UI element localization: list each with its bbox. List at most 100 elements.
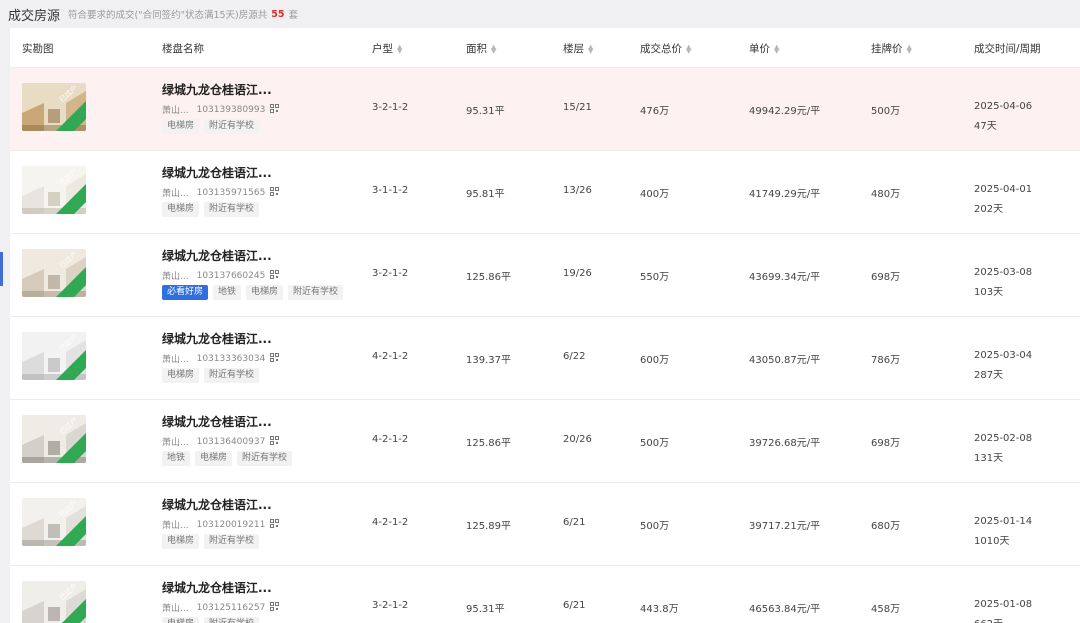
listing-name-link[interactable]: 绿城九龙仓桂语江...	[162, 81, 272, 98]
sort-arrows-icon[interactable]: ▲ ▼	[491, 43, 496, 54]
sort-arrows-icon[interactable]: ▲ ▼	[774, 43, 779, 54]
table-row[interactable]: 已过户 绿城九龙仓桂语江... 萧山... 103139380993 电梯房 附近有学校 3…	[10, 67, 1080, 150]
listing-tag: 附近有学校	[204, 617, 260, 623]
listing-district: 萧山...	[162, 438, 189, 448]
cell-total-price: 500万	[640, 521, 670, 532]
cell-unit-price: 39717.21元/平	[749, 521, 821, 532]
column-label: 成交总价	[640, 43, 682, 55]
cell-total-price: 476万	[640, 106, 670, 117]
header-unit-price[interactable]: 单价 ▲ ▼	[749, 41, 779, 56]
listing-meta: 萧山... 103133363034	[162, 352, 280, 365]
cell-total-price: 443.8万	[640, 604, 679, 615]
header-layout[interactable]: 户型 ▲ ▼	[372, 41, 402, 56]
listing-tag: 电梯房	[195, 451, 233, 466]
left-edge-accent	[0, 252, 3, 286]
listing-tag: 电梯房	[162, 202, 200, 217]
listing-meta: 萧山... 103135971565	[162, 186, 280, 199]
qr-code-icon[interactable]	[265, 601, 280, 614]
column-label: 实勘图	[22, 43, 54, 55]
qr-code-icon[interactable]	[265, 186, 280, 199]
cell-floor: 6/21	[563, 600, 586, 611]
listing-photo[interactable]: 已过户	[22, 249, 86, 297]
listing-name-link[interactable]: 绿城九龙仓桂语江...	[162, 413, 272, 430]
cell-deal-period: 662天	[974, 615, 1003, 623]
cell-list-price: 680万	[871, 521, 901, 532]
qr-code-icon[interactable]	[265, 269, 280, 282]
cell-list-price: 698万	[871, 438, 901, 449]
listing-id: 103133363034	[196, 353, 266, 364]
cell-floor: 15/21	[563, 102, 592, 113]
listing-photo[interactable]: 已过户	[22, 83, 86, 131]
listing-id: 103120019211	[196, 519, 266, 530]
sort-arrows-icon[interactable]: ▲ ▼	[397, 43, 402, 54]
table-row[interactable]: 已过户 绿城九龙仓桂语江... 萧山... 103135971565 电梯房 附近有学校 3…	[10, 150, 1080, 233]
sort-arrows-icon[interactable]: ▲ ▼	[686, 43, 691, 54]
cell-deal-period: 131天	[974, 453, 1004, 464]
listing-district: 萧山...	[162, 355, 189, 365]
cell-floor: 20/26	[563, 434, 592, 445]
qr-code-icon[interactable]	[265, 103, 280, 116]
listing-tags: 电梯房附近有学校	[162, 534, 264, 549]
listing-photo[interactable]: 已过户	[22, 581, 86, 623]
cell-layout: 4-2-1-2	[372, 351, 409, 362]
cell-area: 95.31平	[466, 106, 505, 117]
listing-name-link[interactable]: 绿城九龙仓桂语江...	[162, 247, 272, 264]
column-label: 楼盘名称	[162, 43, 204, 55]
header-floor[interactable]: 楼层 ▲ ▼	[563, 41, 593, 56]
listing-id: 103137660245	[196, 270, 266, 281]
table-row[interactable]: 已过户 绿城九龙仓桂语江... 萧山... 103120019211 电梯房 附近有学校 4…	[10, 482, 1080, 565]
header-total[interactable]: 成交总价 ▲ ▼	[640, 41, 691, 56]
qr-code-icon[interactable]	[265, 435, 280, 448]
cell-deal-date: 2025-04-01	[974, 184, 1033, 195]
table-row[interactable]: 已过户 绿城九龙仓桂语江... 萧山... 103136400937 地铁 电梯房 附近有学…	[10, 399, 1080, 482]
listing-tag: 电梯房	[162, 119, 200, 134]
cell-total-price: 500万	[640, 438, 670, 449]
table-row[interactable]: 已过户 绿城九龙仓桂语江... 萧山... 103125116257 电梯房附近有学校 3…	[10, 565, 1080, 623]
listing-name-link[interactable]: 绿城九龙仓桂语江...	[162, 164, 272, 181]
listing-tag: 电梯房	[162, 617, 200, 623]
listing-tags: 地铁 电梯房 附近有学校	[162, 451, 297, 466]
cell-list-price: 698万	[871, 272, 901, 283]
table-row[interactable]: 已过户 绿城九龙仓桂语江... 萧山... 103133363034 电梯房 附近有学校 4…	[10, 316, 1080, 399]
listing-tag: 地铁	[213, 285, 242, 300]
listing-tag: 附近有学校	[237, 451, 293, 466]
listing-name-link[interactable]: 绿城九龙仓桂语江...	[162, 496, 272, 513]
table-header: 实勘图 楼盘名称 户型 ▲ ▼ 面积 ▲ ▼ 楼层 ▲ ▼ 成交总价 ▲ ▼ 单价 ▲ ▼ 挂牌价 ▲ ▼ 成交时间/周…	[10, 28, 1080, 67]
listing-tag: 必看好房	[162, 285, 209, 300]
cell-deal-date: 2025-02-08	[974, 433, 1033, 444]
result-note: 符合要求的成交("合同签约"状态满15天)房源共	[68, 10, 268, 21]
qr-code-icon[interactable]	[265, 518, 280, 531]
listing-name-link[interactable]: 绿城九龙仓桂语江...	[162, 330, 272, 347]
listing-tag: 地铁	[162, 451, 191, 466]
table-row[interactable]: 已过户 绿城九龙仓桂语江... 萧山... 103137660245 必看好房 地铁 电梯房…	[10, 233, 1080, 316]
listing-tag: 电梯房	[162, 368, 200, 383]
listing-photo[interactable]: 已过户	[22, 332, 86, 380]
cell-layout: 3-2-1-2	[372, 600, 409, 611]
listing-photo[interactable]: 已过户	[22, 415, 86, 463]
listing-photo[interactable]: 已过户	[22, 498, 86, 546]
cell-deal-period: 47天	[974, 121, 997, 132]
listing-meta: 萧山... 103139380993	[162, 103, 280, 116]
cell-deal-date: 2025-04-06	[974, 101, 1033, 112]
cell-list-price: 458万	[871, 604, 901, 615]
listing-name-link[interactable]: 绿城九龙仓桂语江...	[162, 579, 272, 596]
result-count: 55	[271, 8, 285, 20]
cell-unit-price: 41749.29元/平	[749, 189, 821, 200]
listing-photo[interactable]: 已过户	[22, 166, 86, 214]
cell-list-price: 500万	[871, 106, 901, 117]
cell-floor: 6/21	[563, 517, 586, 528]
cell-unit-price: 49942.29元/平	[749, 106, 821, 117]
qr-code-icon[interactable]	[265, 352, 280, 365]
header-list-price[interactable]: 挂牌价 ▲ ▼	[871, 41, 912, 56]
sort-arrows-icon[interactable]: ▲ ▼	[907, 43, 912, 54]
column-label: 挂牌价	[871, 43, 903, 55]
header-name: 楼盘名称	[162, 41, 204, 56]
cell-area: 95.31平	[466, 604, 505, 615]
column-label: 面积	[466, 43, 487, 55]
cell-layout: 3-2-1-2	[372, 102, 409, 113]
header-area[interactable]: 面积 ▲ ▼	[466, 41, 496, 56]
cell-list-price: 480万	[871, 189, 901, 200]
sort-arrows-icon[interactable]: ▲ ▼	[588, 43, 593, 54]
column-label: 户型	[372, 43, 393, 55]
page-header: 成交房源 符合要求的成交("合同签约"状态满15天)房源共 55 套	[0, 0, 1080, 28]
